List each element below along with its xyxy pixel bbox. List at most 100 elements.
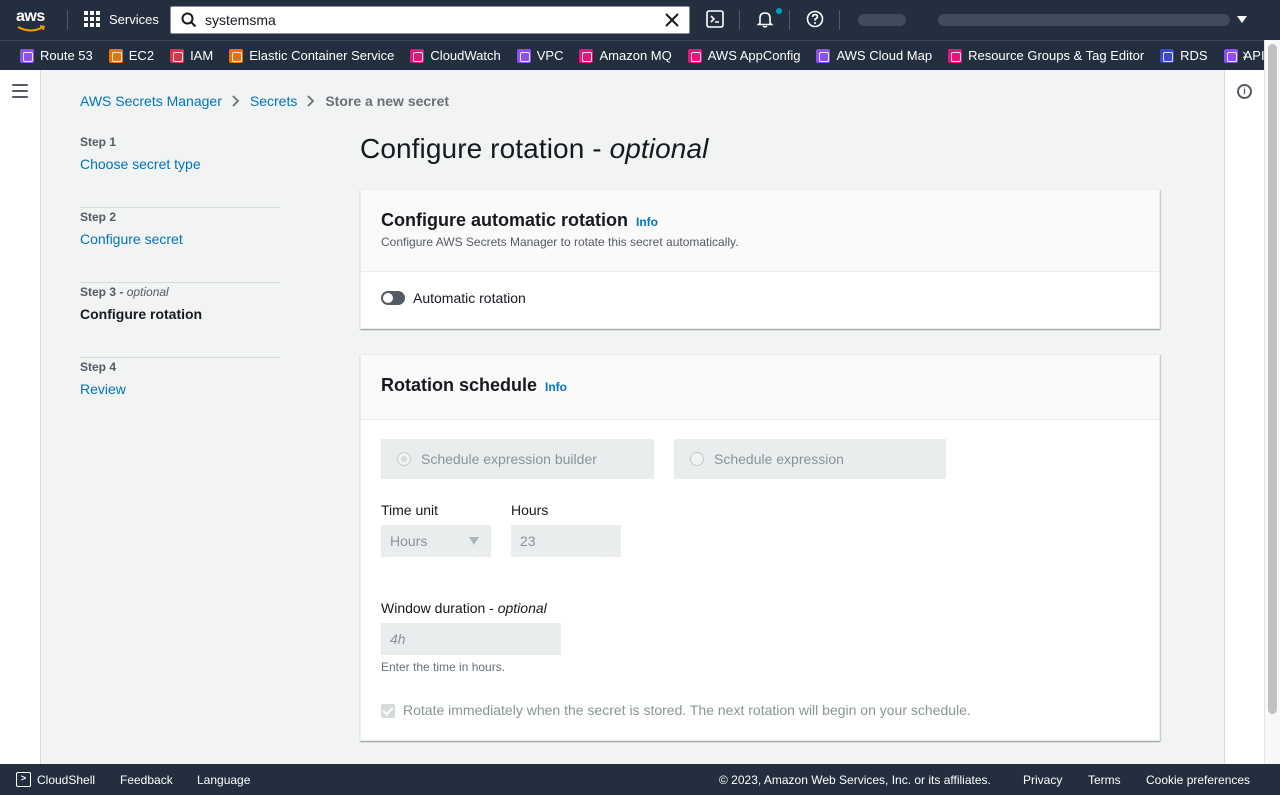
favorite-service-link[interactable]: Route 53 — [20, 48, 93, 63]
favorite-service-link[interactable]: AWS AppConfig — [687, 48, 801, 63]
account-menu[interactable] — [938, 14, 1230, 26]
panel-heading: Configure automatic rotation Info — [381, 210, 1139, 231]
favorite-service-label: Route 53 — [40, 48, 93, 63]
step-number: Step 2 — [80, 210, 117, 224]
favorite-service-link[interactable]: RDS — [1160, 48, 1208, 63]
service-icon — [170, 48, 185, 63]
search-input[interactable] — [205, 11, 655, 29]
hours-label: Hours — [511, 502, 549, 518]
favorite-service-link[interactable]: CloudWatch — [410, 48, 501, 63]
region-selector[interactable] — [858, 14, 906, 26]
cloudshell-icon[interactable] — [706, 10, 724, 28]
favorite-service-label: Elastic Container Service — [249, 48, 395, 63]
footer: > CloudShell Feedback Language © 2023, A… — [0, 764, 1280, 795]
step-optional-text: optional — [126, 285, 169, 299]
wizard-step-4: Step 4 Review — [80, 358, 280, 433]
help-icon[interactable] — [806, 10, 824, 28]
hamburger-menu-icon[interactable] — [12, 84, 28, 102]
step-number: Step 1 — [80, 135, 117, 149]
info-link[interactable]: Info — [545, 380, 567, 394]
radio-icon — [690, 452, 704, 466]
footer-terms-link[interactable]: Terms — [1088, 773, 1121, 787]
favorite-service-label: AWS AppConfig — [707, 48, 801, 63]
side-navigation-panel — [0, 70, 41, 764]
step-current-configure-rotation: Configure rotation — [80, 306, 203, 322]
breadcrumb-current: Store a new secret — [325, 93, 450, 109]
footer-cookie-preferences-link[interactable]: Cookie preferences — [1146, 773, 1250, 787]
grid-icon — [84, 11, 100, 27]
step-link-configure-secret[interactable]: Configure secret — [80, 231, 280, 247]
step-link-choose-secret-type[interactable]: Choose secret type — [80, 156, 280, 172]
rotation-schedule-panel: Rotation schedule Info Schedule expressio… — [360, 354, 1160, 741]
search-box[interactable] — [170, 6, 690, 34]
chevron-right-icon[interactable]: › — [1242, 46, 1247, 64]
favorite-service-label: VPC — [536, 48, 564, 63]
footer-feedback-link[interactable]: Feedback — [120, 773, 173, 787]
services-menu[interactable]: Services — [84, 11, 159, 27]
divider — [789, 10, 790, 30]
window-label-text: Window duration - — [381, 600, 498, 616]
window-duration-input[interactable]: 4h — [381, 623, 561, 655]
notification-dot-icon — [776, 8, 782, 14]
info-link[interactable]: Info — [636, 215, 658, 229]
divider — [739, 10, 740, 30]
footer-privacy-link[interactable]: Privacy — [1023, 773, 1062, 787]
time-unit-select[interactable]: Hours — [381, 525, 491, 557]
bell-icon[interactable] — [756, 10, 774, 28]
info-icon[interactable]: i — [1237, 84, 1252, 99]
vertical-scrollbar[interactable] — [1264, 40, 1280, 764]
favorite-service-link[interactable]: EC2 — [108, 48, 154, 63]
service-icon — [948, 48, 963, 63]
panel-description: Configure AWS Secrets Manager to rotate … — [381, 235, 739, 249]
radio-schedule-expression[interactable]: Schedule expression — [674, 439, 946, 479]
rotate-immediately-checkbox[interactable] — [381, 704, 395, 718]
caret-down-icon — [469, 537, 479, 545]
radio-label: Schedule expression builder — [421, 451, 597, 467]
service-icon — [108, 48, 123, 63]
wizard-steps: Step 1 Choose secret type Step 2 Configu… — [80, 133, 280, 433]
step-link-review[interactable]: Review — [80, 381, 280, 397]
aws-logo[interactable]: aws — [16, 8, 50, 32]
footer-cloudshell-link[interactable]: CloudShell — [37, 773, 95, 787]
breadcrumb-secrets[interactable]: Secrets — [250, 93, 297, 109]
close-icon[interactable] — [665, 13, 679, 27]
service-icon — [579, 48, 594, 63]
window-optional-text: optional — [497, 600, 547, 616]
divider — [67, 10, 68, 30]
service-icon — [1160, 48, 1175, 63]
step-number-text: Step 3 — [80, 285, 117, 299]
panel-heading-text: Configure automatic rotation — [381, 210, 628, 230]
service-icon — [20, 48, 34, 63]
window-duration-placeholder: 4h — [390, 631, 406, 647]
step-number: Step 4 — [80, 360, 117, 374]
tools-panel — [1224, 70, 1264, 764]
search-icon — [181, 12, 197, 28]
favorite-service-link[interactable]: AWS Cloud Map — [816, 48, 932, 63]
favorite-service-link[interactable]: IAM — [170, 48, 213, 63]
radio-schedule-expression-builder[interactable]: Schedule expression builder — [381, 439, 654, 479]
radio-icon — [397, 452, 411, 466]
toggle-label: Automatic rotation — [413, 290, 526, 306]
favorite-service-link[interactable]: VPC — [516, 48, 564, 63]
window-duration-label: Window duration - optional — [381, 600, 547, 616]
time-unit-label: Time unit — [381, 502, 439, 518]
footer-language-link[interactable]: Language — [197, 773, 250, 787]
hours-value: 23 — [520, 533, 536, 549]
scrollbar-thumb[interactable] — [1268, 44, 1277, 714]
page-title-optional: optional — [609, 133, 709, 164]
breadcrumb-secrets-manager[interactable]: AWS Secrets Manager — [80, 93, 222, 109]
favorite-service-link[interactable]: Elastic Container Service — [229, 48, 394, 63]
service-icon — [816, 48, 831, 63]
automatic-rotation-toggle[interactable] — [381, 291, 405, 305]
favorite-service-link[interactable]: Resource Groups & Tag Editor — [948, 48, 1144, 63]
favorites-bar: Route 53 EC2 IAM Elastic Container Service C… — [0, 40, 1264, 70]
cloudshell-icon: > — [16, 772, 31, 787]
wizard-step-1: Step 1 Choose secret type — [80, 133, 280, 208]
chevron-down-icon[interactable] — [1237, 16, 1247, 23]
wizard-step-3: Step 3 - optional Configure rotation — [80, 283, 280, 358]
favorite-service-link[interactable]: Amazon MQ — [579, 48, 672, 63]
time-unit-value: Hours — [390, 533, 428, 549]
panel-header: Rotation schedule Info — [361, 355, 1159, 420]
hours-input[interactable]: 23 — [511, 525, 621, 557]
service-icon — [410, 48, 425, 63]
